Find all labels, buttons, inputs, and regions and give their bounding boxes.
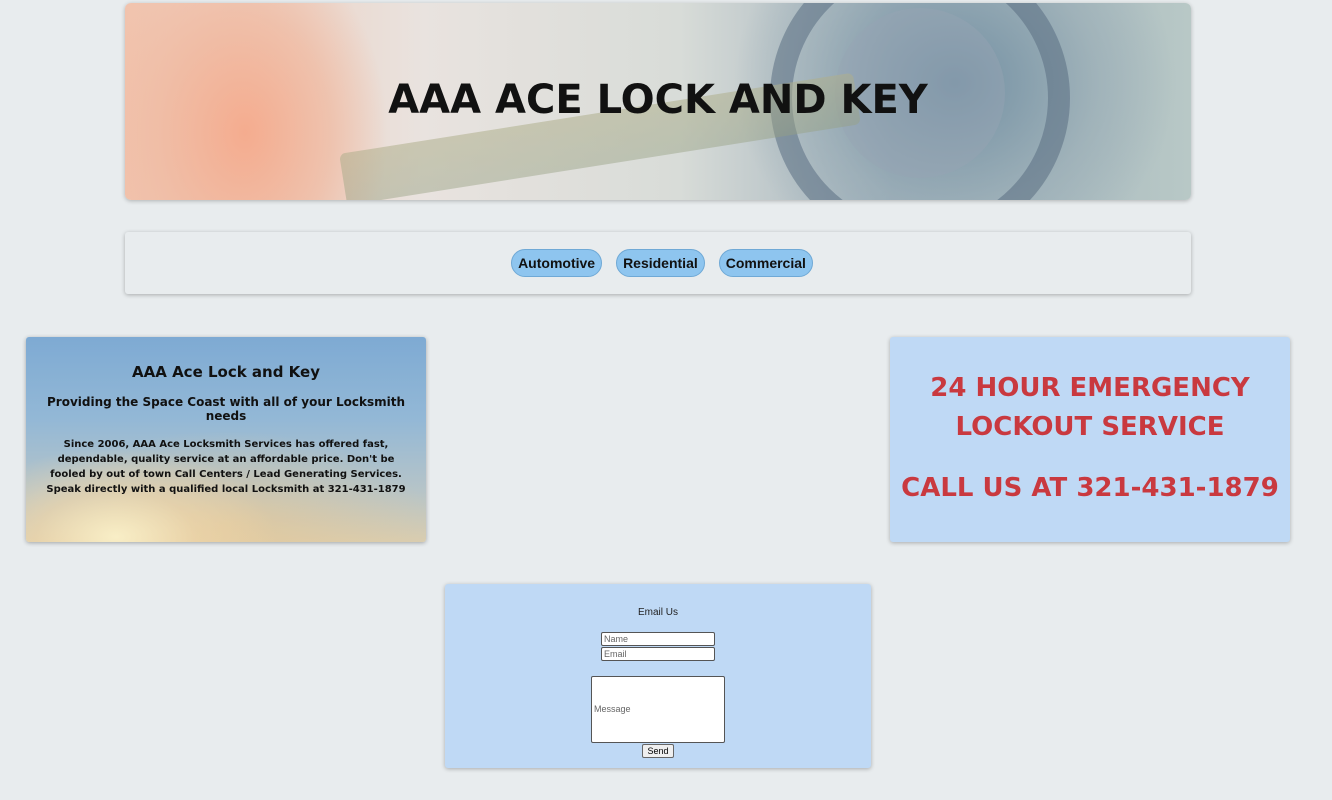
name-input[interactable] (601, 632, 715, 646)
about-body: Since 2006, AAA Ace Locksmith Services h… (46, 439, 406, 495)
contact-form: Email Us Send (445, 584, 871, 768)
nav-automotive-button[interactable]: Automotive (511, 249, 603, 277)
message-textarea[interactable] (591, 676, 725, 743)
about-card: AAA Ace Lock and Key Providing the Space… (26, 337, 426, 542)
emergency-phone: CALL US AT 321-431-1879 (901, 473, 1279, 503)
send-button[interactable]: Send (642, 744, 674, 758)
about-subheading: Providing the Space Coast with all of yo… (47, 395, 405, 423)
contact-title: Email Us (637, 607, 678, 618)
email-input[interactable] (601, 647, 715, 661)
nav-commercial-button[interactable]: Commercial (718, 249, 813, 277)
service-nav: Automotive Residential Commercial (125, 232, 1191, 294)
about-heading: AAA Ace Lock and Key (132, 363, 320, 381)
nav-residential-button[interactable]: Residential (616, 249, 705, 277)
emergency-line-1: 24 HOUR EMERGENCY (930, 373, 1250, 403)
emergency-line-2: LOCKOUT SERVICE (955, 412, 1225, 442)
site-title: AAA ACE LOCK AND KEY (388, 77, 928, 123)
emergency-card: 24 HOUR EMERGENCY LOCKOUT SERVICE CALL U… (890, 337, 1290, 542)
hero-banner: AAA ACE LOCK AND KEY (125, 3, 1191, 200)
